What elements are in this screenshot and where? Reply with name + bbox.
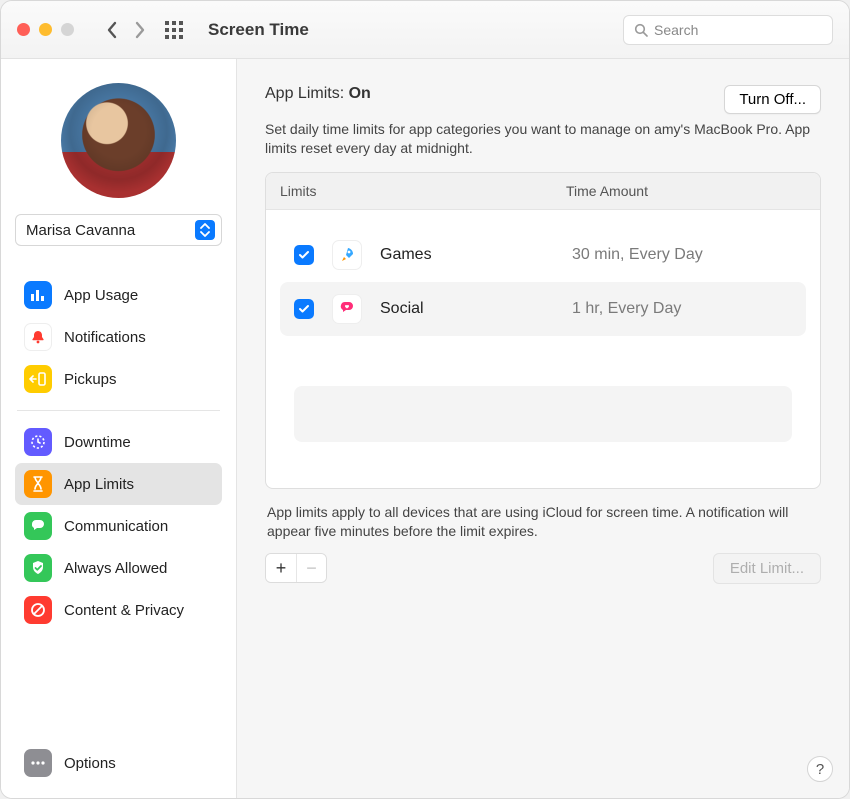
column-header-time: Time Amount bbox=[566, 183, 806, 199]
close-window-button[interactable] bbox=[17, 23, 30, 36]
add-remove-group: + − bbox=[265, 553, 327, 583]
sidebar-item-communication[interactable]: Communication bbox=[15, 505, 222, 547]
help-icon: ? bbox=[816, 761, 824, 778]
table-row[interactable]: Social 1 hr, Every Day bbox=[280, 282, 806, 336]
sidebar-item-content-privacy[interactable]: Content & Privacy bbox=[15, 589, 222, 631]
sidebar-item-label: Notifications bbox=[64, 329, 146, 346]
clock-icon bbox=[24, 428, 52, 456]
remove-limit-button[interactable]: − bbox=[296, 554, 326, 582]
sidebar-item-label: Content & Privacy bbox=[64, 602, 184, 619]
limit-time: 30 min, Every Day bbox=[572, 246, 792, 264]
chevron-down-icon bbox=[200, 230, 210, 237]
sidebar-item-pickups[interactable]: Pickups bbox=[15, 358, 222, 400]
sidebar-item-always-allowed[interactable]: Always Allowed bbox=[15, 547, 222, 589]
help-button[interactable]: ? bbox=[807, 756, 833, 782]
bars-icon bbox=[24, 281, 52, 309]
page-title-label: App Limits: bbox=[265, 85, 344, 102]
user-select-stepper bbox=[195, 220, 215, 240]
sidebar-item-label: Options bbox=[64, 755, 116, 772]
hourglass-icon bbox=[24, 470, 52, 498]
page-description: Set daily time limits for app categories… bbox=[265, 120, 821, 158]
footer-description: App limits apply to all devices that are… bbox=[267, 503, 819, 541]
sidebar-item-label: Always Allowed bbox=[64, 560, 167, 577]
user-select-label: Marisa Cavanna bbox=[26, 222, 135, 239]
chevron-left-icon bbox=[106, 21, 118, 39]
limit-name: Social bbox=[380, 300, 554, 318]
bubble-icon bbox=[24, 512, 52, 540]
chevron-up-icon bbox=[200, 223, 210, 230]
sidebar-item-label: Downtime bbox=[64, 434, 131, 451]
fullscreen-window-button[interactable] bbox=[61, 23, 74, 36]
titlebar: Screen Time Search bbox=[1, 1, 849, 59]
pickup-icon bbox=[24, 365, 52, 393]
sidebar-divider bbox=[17, 410, 220, 411]
table-row[interactable]: Games 30 min, Every Day bbox=[280, 228, 806, 282]
page-title: App Limits: On bbox=[265, 85, 371, 103]
limits-table: Limits Time Amount Games 30 min, Every D… bbox=[265, 172, 821, 489]
window-body: Marisa Cavanna App Usage Notifications bbox=[1, 59, 849, 798]
limit-enabled-checkbox[interactable] bbox=[294, 245, 314, 265]
rocket-icon bbox=[332, 240, 362, 270]
column-header-limits: Limits bbox=[280, 183, 566, 199]
empty-row bbox=[294, 450, 792, 470]
sidebar-item-label: App Usage bbox=[64, 287, 138, 304]
header-row: App Limits: On Turn Off... bbox=[265, 85, 821, 114]
sidebar-item-label: Pickups bbox=[64, 371, 117, 388]
edit-limit-button[interactable]: Edit Limit... bbox=[713, 553, 821, 584]
window-title: Screen Time bbox=[208, 20, 309, 40]
minimize-window-button[interactable] bbox=[39, 23, 52, 36]
user-select[interactable]: Marisa Cavanna bbox=[15, 214, 222, 246]
checkmark-icon bbox=[298, 303, 310, 315]
search-placeholder: Search bbox=[654, 22, 698, 38]
forward-button[interactable] bbox=[126, 16, 154, 44]
sidebar-item-notifications[interactable]: Notifications bbox=[15, 316, 222, 358]
turn-off-button[interactable]: Turn Off... bbox=[724, 85, 821, 114]
sidebar-item-app-limits[interactable]: App Limits bbox=[15, 463, 222, 505]
empty-row bbox=[294, 386, 792, 442]
limits-table-header: Limits Time Amount bbox=[266, 173, 820, 210]
sidebar-item-label: Communication bbox=[64, 518, 168, 535]
chat-heart-icon bbox=[332, 294, 362, 324]
avatar bbox=[61, 83, 176, 198]
page-title-state: On bbox=[349, 85, 371, 102]
bell-icon bbox=[24, 323, 52, 351]
search-icon bbox=[634, 23, 648, 37]
sidebar-item-downtime[interactable]: Downtime bbox=[15, 421, 222, 463]
apps-grid-icon bbox=[165, 21, 183, 39]
add-limit-button[interactable]: + bbox=[266, 554, 296, 582]
system-preferences-window: Screen Time Search Marisa Cavanna App Us… bbox=[0, 0, 850, 799]
search-input[interactable]: Search bbox=[623, 15, 833, 45]
window-controls bbox=[17, 23, 74, 36]
limit-name: Games bbox=[380, 246, 554, 264]
limit-time: 1 hr, Every Day bbox=[572, 300, 792, 318]
sidebar: Marisa Cavanna App Usage Notifications bbox=[1, 59, 237, 798]
footer-controls: + − Edit Limit... bbox=[265, 553, 821, 584]
content-pane: App Limits: On Turn Off... Set daily tim… bbox=[237, 59, 849, 798]
limit-enabled-checkbox[interactable] bbox=[294, 299, 314, 319]
chevron-right-icon bbox=[134, 21, 146, 39]
sidebar-item-app-usage[interactable]: App Usage bbox=[15, 274, 222, 316]
nosign-icon bbox=[24, 596, 52, 624]
back-button[interactable] bbox=[98, 16, 126, 44]
dots-icon bbox=[24, 749, 52, 777]
limits-table-body: Games 30 min, Every Day Social 1 hr, Eve… bbox=[266, 210, 820, 488]
checkmark-icon bbox=[298, 249, 310, 261]
check-shield-icon bbox=[24, 554, 52, 582]
sidebar-item-label: App Limits bbox=[64, 476, 134, 493]
show-all-button[interactable] bbox=[160, 16, 188, 44]
sidebar-item-options[interactable]: Options bbox=[15, 742, 222, 784]
